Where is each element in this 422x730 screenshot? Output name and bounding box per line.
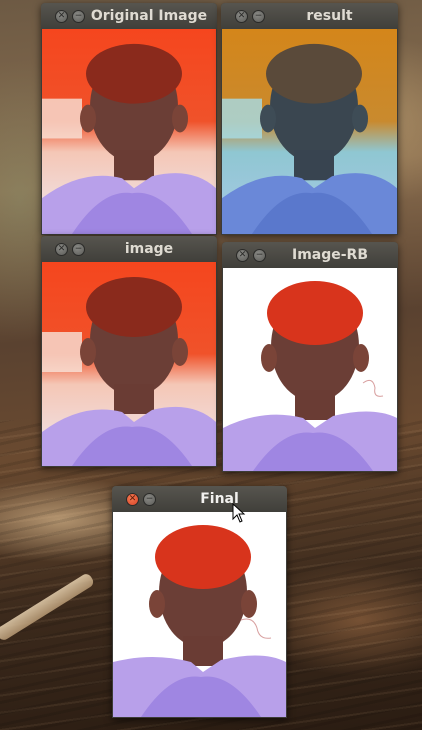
window-title: result: [306, 8, 353, 24]
window-original-image[interactable]: ✕ − Original Image: [41, 3, 217, 235]
window-image-rb[interactable]: ✕ − Image-RB: [222, 242, 398, 472]
photo-final: [113, 512, 286, 717]
window-title: Original Image: [90, 8, 208, 24]
photo-original: [42, 29, 216, 234]
window-title: Final: [200, 491, 239, 507]
image-canvas: [222, 29, 397, 234]
image-canvas: [113, 512, 286, 717]
image-canvas: [42, 29, 216, 234]
mouse-pointer-icon: [232, 503, 246, 523]
photo-image: [42, 262, 216, 466]
photo-result: [222, 29, 397, 234]
image-canvas: [223, 268, 397, 471]
window-image[interactable]: ✕ − image: [41, 236, 217, 467]
image-canvas: [42, 262, 216, 466]
window-title: Image-RB: [291, 247, 369, 263]
window-title: image: [124, 241, 174, 257]
window-final[interactable]: ✕ − Final: [112, 486, 287, 718]
photo-masked-rb: [223, 268, 397, 471]
window-result[interactable]: ✕ − result: [221, 3, 398, 235]
